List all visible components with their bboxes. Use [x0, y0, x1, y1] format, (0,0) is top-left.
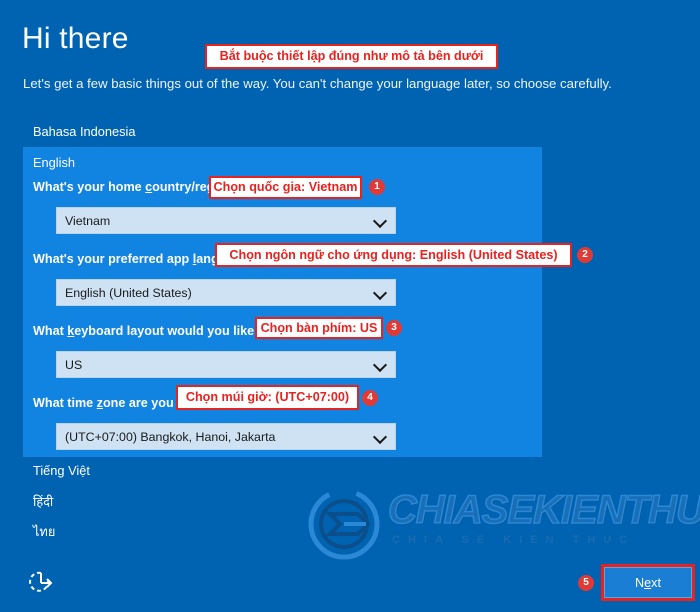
- timezone-dropdown[interactable]: (UTC+07:00) Bangkok, Hanoi, Jakarta: [56, 423, 396, 450]
- language-item-hindi[interactable]: हिंदी: [33, 492, 53, 510]
- language-item-bahasa-indonesia[interactable]: Bahasa Indonesia: [23, 124, 135, 139]
- oobe-language-screen: Hi there Let's get a few basic things ou…: [0, 0, 700, 612]
- chevron-down-icon: [373, 214, 387, 228]
- annotation-badge-5: 5: [578, 575, 594, 591]
- watermark-text: CHIASEKIENTHUC: [387, 487, 700, 533]
- chevron-down-icon: [373, 286, 387, 300]
- watermark-logo-icon: [308, 488, 380, 560]
- annotation-3: Chọn bàn phím: US: [255, 317, 383, 339]
- annotation-badge-1: 1: [369, 179, 385, 195]
- ease-of-access-icon[interactable]: [28, 568, 56, 596]
- next-button[interactable]: Ne xt: [604, 567, 692, 598]
- app-language-value: English (United States): [65, 285, 192, 300]
- keyboard-layout-dropdown[interactable]: US: [56, 351, 396, 378]
- timezone-value: (UTC+07:00) Bangkok, Hanoi, Jakarta: [65, 429, 276, 444]
- page-subtitle: Let's get a few basic things out of the …: [23, 76, 612, 91]
- language-item-english: English: [33, 155, 75, 170]
- site-watermark: CHIASEKIENTHUC CHIA SE KIEN THUC: [300, 486, 700, 564]
- keyboard-layout-value: US: [65, 357, 83, 372]
- annotation-2: Chọn ngôn ngữ cho ứng dụng: English (Uni…: [215, 243, 572, 267]
- annotation-badge-2: 2: [577, 247, 593, 263]
- chevron-down-icon: [373, 430, 387, 444]
- page-title: Hi there: [22, 22, 129, 55]
- language-item-thai[interactable]: ไทย: [33, 521, 55, 542]
- country-region-value: Vietnam: [65, 213, 111, 228]
- language-item-tieng-viet[interactable]: Tiếng Việt: [33, 463, 90, 478]
- watermark-subtext: CHIA SE KIEN THUC: [392, 534, 636, 546]
- annotation-banner: Bắt buộc thiết lập đúng như mô tả bên dư…: [205, 44, 498, 69]
- country-region-dropdown[interactable]: Vietnam: [56, 207, 396, 234]
- annotation-1: Chọn quốc gia: Vietnam: [209, 176, 362, 199]
- app-language-dropdown[interactable]: English (United States): [56, 279, 396, 306]
- chevron-down-icon: [373, 358, 387, 372]
- question-label-timezone: What time zone are you in?: [33, 396, 197, 410]
- annotation-badge-4: 4: [362, 390, 378, 406]
- annotation-badge-3: 3: [386, 320, 402, 336]
- annotation-4: Chọn múi giờ: (UTC+07:00): [176, 385, 359, 410]
